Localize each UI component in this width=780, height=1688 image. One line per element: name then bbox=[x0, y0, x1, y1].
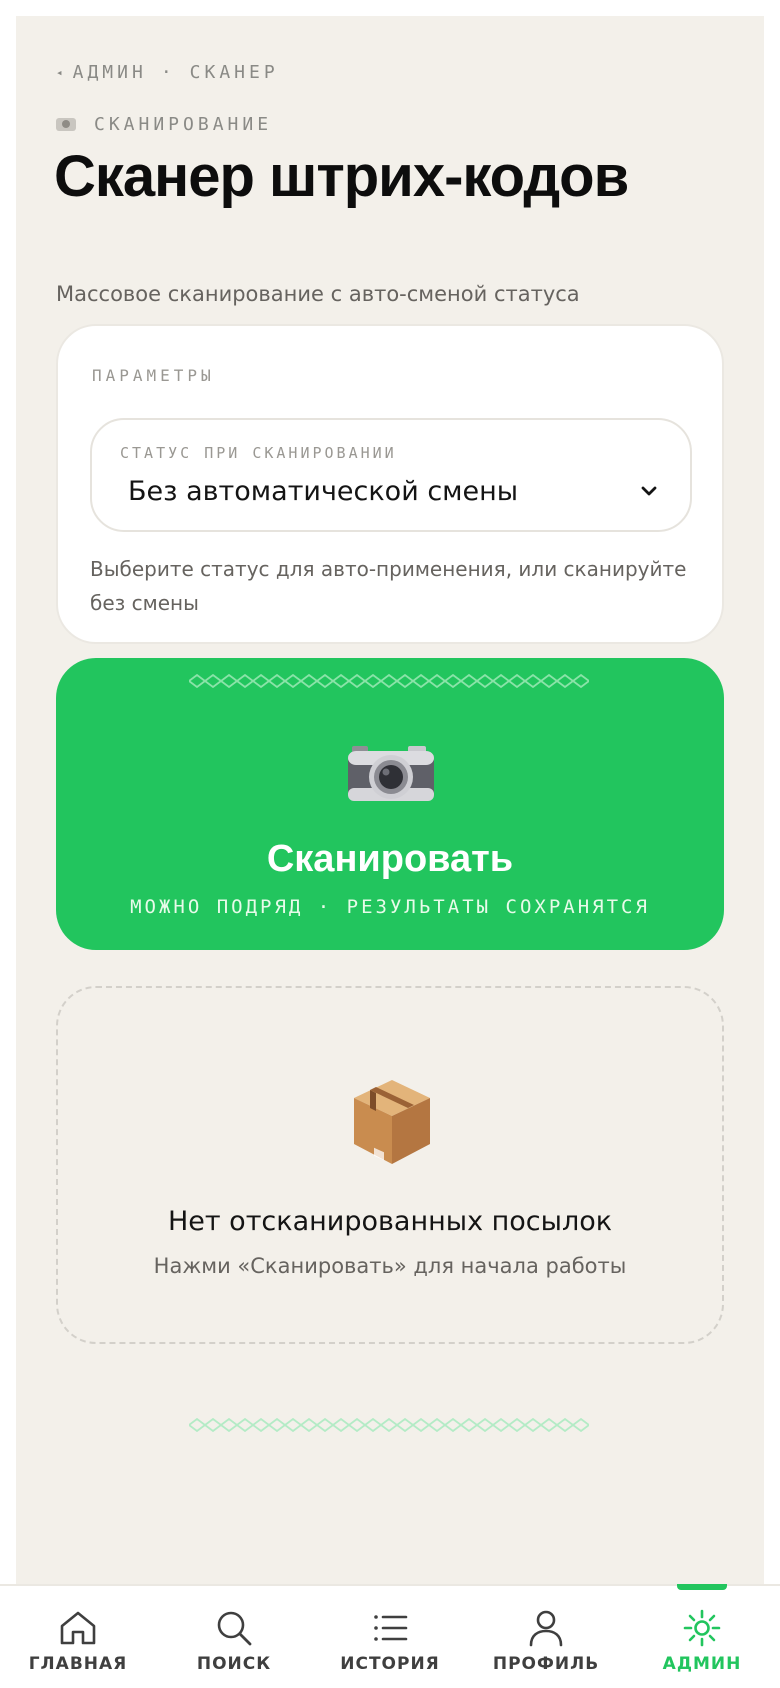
section-kicker: СКАНИРОВАНИЕ bbox=[56, 114, 272, 135]
zigzag-decoration bbox=[189, 674, 589, 688]
params-hint: Выберите статус для авто-применения, или… bbox=[90, 557, 687, 615]
status-select-value[interactable]: Без автоматической смены bbox=[128, 476, 518, 507]
breadcrumb-separator: · bbox=[160, 62, 176, 83]
breadcrumb-root[interactable]: АДМИН bbox=[73, 62, 147, 83]
tab-label: ПРОФИЛЬ bbox=[492, 1654, 600, 1674]
package-icon bbox=[354, 1080, 430, 1164]
empty-state-subtitle: Нажми «Сканировать» для начала работы bbox=[153, 1254, 627, 1278]
back-arrow-icon[interactable]: ◂ bbox=[56, 66, 63, 79]
tab-label: ГЛАВНАЯ bbox=[28, 1654, 128, 1674]
tab-profile[interactable]: ПРОФИЛЬ bbox=[468, 1586, 624, 1688]
page-subtitle: Массовое сканирование с авто-сменой стат… bbox=[56, 282, 580, 306]
list-icon bbox=[374, 1615, 408, 1641]
home-icon bbox=[60, 1611, 96, 1645]
tab-label: ИСТОРИЯ bbox=[340, 1654, 440, 1674]
params-label: ПАРАМЕТРЫ bbox=[92, 366, 215, 385]
camera-icon bbox=[56, 118, 76, 131]
user-icon bbox=[529, 1610, 563, 1647]
sun-gear-icon bbox=[683, 1609, 721, 1647]
chevron-down-icon[interactable] bbox=[640, 482, 658, 500]
zigzag-decoration bbox=[189, 1418, 589, 1432]
tab-history[interactable]: ИСТОРИЯ bbox=[312, 1586, 468, 1688]
bottom-tab-bar: ГЛАВНАЯ ПОИСК ИСТОРИЯ ПРОФИЛЬ АДМИН bbox=[0, 1584, 780, 1688]
tab-label: ПОИСК bbox=[196, 1654, 272, 1674]
tab-label: АДМИН bbox=[662, 1654, 742, 1674]
scan-button[interactable]: Сканировать МОЖНО ПОДРЯД · РЕЗУЛЬТАТЫ СО… bbox=[56, 658, 724, 950]
status-select-caption: СТАТУС ПРИ СКАНИРОВАНИИ bbox=[120, 444, 397, 462]
tab-home[interactable]: ГЛАВНАЯ bbox=[0, 1586, 156, 1688]
page: ◂ АДМИН · СКАНЕР СКАНИРОВАНИЕ Сканер штр… bbox=[16, 16, 764, 1584]
status-select[interactable]: СТАТУС ПРИ СКАНИРОВАНИИ Без автоматическ… bbox=[90, 418, 692, 532]
breadcrumb: ◂ АДМИН · СКАНЕР bbox=[56, 62, 279, 83]
tab-search[interactable]: ПОИСК bbox=[156, 1586, 312, 1688]
page-title: Сканер штрих-кодов bbox=[54, 144, 629, 209]
active-tab-indicator bbox=[677, 1584, 727, 1590]
params-card: ПАРАМЕТРЫ СТАТУС ПРИ СКАНИРОВАНИИ Без ав… bbox=[56, 324, 724, 644]
empty-state: Нет отсканированных посылок Нажми «Скани… bbox=[56, 986, 724, 1344]
scan-button-sublabel: МОЖНО ПОДРЯД · РЕЗУЛЬТАТЫ СОХРАНЯТСЯ bbox=[130, 896, 650, 918]
camera-icon bbox=[348, 746, 434, 801]
section-kicker-label: СКАНИРОВАНИЕ bbox=[94, 114, 273, 135]
empty-state-title: Нет отсканированных посылок bbox=[167, 1206, 613, 1237]
tab-admin[interactable]: АДМИН bbox=[624, 1584, 780, 1688]
breadcrumb-current: СКАНЕР bbox=[189, 62, 279, 83]
scan-button-label: Сканировать bbox=[266, 838, 514, 880]
search-icon bbox=[217, 1611, 252, 1646]
